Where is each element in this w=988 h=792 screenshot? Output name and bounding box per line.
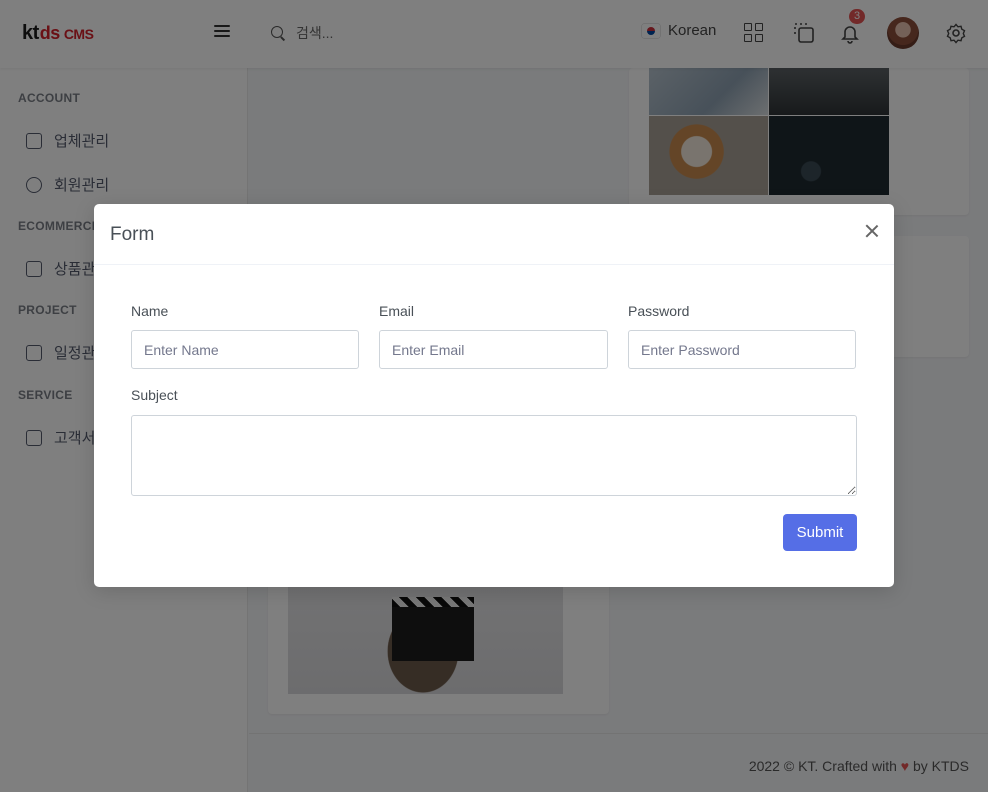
modal-header: Form [94,204,894,265]
subject-textarea[interactable] [131,415,857,496]
name-label: Name [131,303,169,319]
subject-label: Subject [131,387,178,403]
password-input[interactable] [628,330,856,369]
submit-button[interactable]: Submit [783,514,857,551]
modal-title: Form [110,224,155,245]
email-label: Email [379,303,415,319]
email-input[interactable] [379,330,608,369]
close-icon[interactable] [864,223,880,239]
password-label: Password [628,303,690,319]
form-modal: Form Name Email Password Subject Submit [94,204,894,587]
name-input[interactable] [131,330,359,369]
